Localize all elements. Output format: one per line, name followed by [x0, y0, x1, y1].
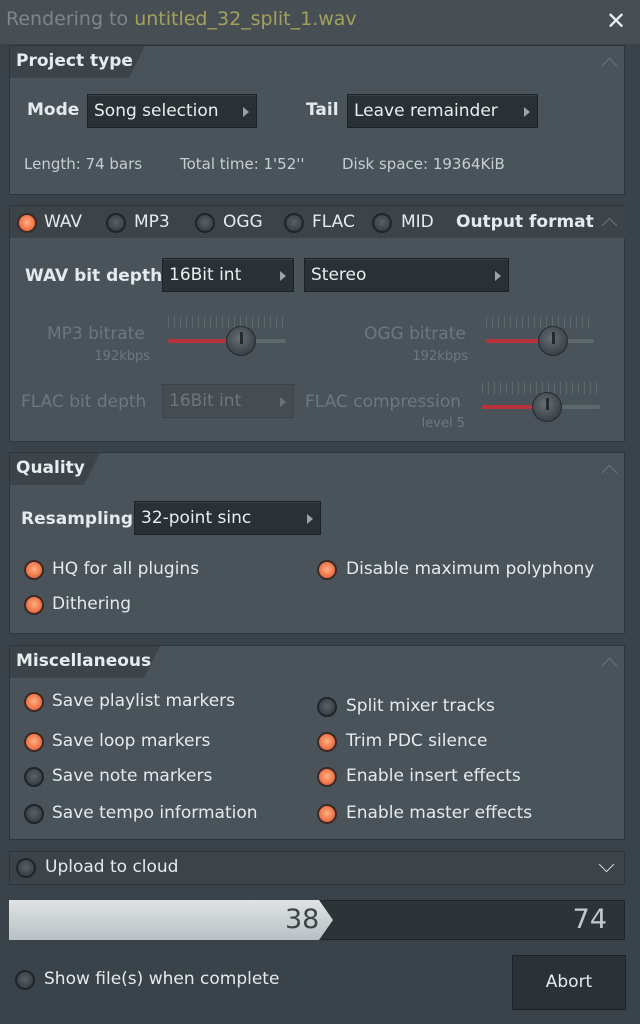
tail-value: Leave remainder	[354, 101, 498, 121]
radio-mp3[interactable]	[106, 213, 126, 233]
upload-panel[interactable]: Upload to cloud	[9, 851, 625, 885]
ogg-bitrate-knob	[537, 326, 568, 356]
flac-bit-depth-label: FLAC bit depth	[21, 392, 147, 412]
enable-insert-effects-label[interactable]: Enable insert effects	[346, 766, 521, 786]
radio-flac-label[interactable]: FLAC	[312, 212, 355, 232]
flac-compression-knob	[531, 392, 562, 422]
progress-current: 38	[285, 904, 320, 935]
disable-polyphony-label[interactable]: Disable maximum polyphony	[346, 559, 594, 579]
channels-dropdown[interactable]: Stereo	[304, 258, 509, 292]
flac-bit-depth-value: 16Bit int	[169, 391, 242, 411]
radio-mid-label[interactable]: MID	[401, 212, 434, 232]
mp3-bitrate-label: MP3 bitrate	[47, 324, 145, 344]
flac-compression-label: FLAC compression	[305, 392, 462, 412]
upload-to-cloud-checkbox[interactable]	[16, 858, 36, 878]
progress-total: 74	[572, 904, 607, 935]
tail-dropdown[interactable]: Leave remainder	[347, 94, 538, 128]
ogg-bitrate-label: OGG bitrate	[364, 324, 466, 344]
split-mixer-tracks-label[interactable]: Split mixer tracks	[346, 696, 495, 716]
enable-insert-effects-checkbox[interactable]	[317, 767, 337, 787]
dithering-label[interactable]: Dithering	[52, 594, 131, 614]
mp3-bitrate-knob	[226, 326, 257, 356]
enable-master-effects-label[interactable]: Enable master effects	[346, 803, 532, 823]
enable-master-effects-checkbox[interactable]	[317, 804, 337, 824]
save-note-markers-checkbox[interactable]	[24, 767, 44, 787]
output-format-header[interactable]: Output format	[456, 212, 594, 232]
trim-pdc-silence-label[interactable]: Trim PDC silence	[346, 731, 488, 751]
length-readout: Length: 74 bars	[24, 155, 143, 173]
save-loop-markers-label[interactable]: Save loop markers	[52, 731, 210, 751]
disable-polyphony-checkbox[interactable]	[317, 560, 337, 580]
mp3-bitrate-value: 192kbps	[94, 349, 150, 364]
quality-panel: Quality Resampling 32-point sinc HQ for …	[9, 452, 625, 634]
flac-compression-value: level 5	[421, 416, 465, 431]
wav-bit-depth-label: WAV bit depth	[25, 266, 163, 286]
caret-right-icon	[495, 271, 501, 281]
ogg-bitrate-ticks	[486, 316, 594, 328]
abort-button[interactable]: Abort	[512, 955, 626, 1010]
close-icon[interactable]: ✕	[604, 9, 628, 33]
upload-to-cloud-label[interactable]: Upload to cloud	[45, 857, 178, 877]
hq-plugins-label[interactable]: HQ for all plugins	[52, 559, 199, 579]
title-bar: Rendering to untitled_32_split_1.wav ✕	[0, 0, 640, 44]
mode-label: Mode	[27, 100, 80, 120]
radio-flac[interactable]	[284, 213, 304, 233]
caret-right-icon	[524, 107, 530, 117]
radio-wav-label[interactable]: WAV	[44, 212, 82, 232]
radio-mp3-label[interactable]: MP3	[134, 212, 170, 232]
save-playlist-markers-checkbox[interactable]	[24, 692, 44, 712]
mp3-bitrate-ticks	[168, 316, 286, 328]
save-note-markers-label[interactable]: Save note markers	[52, 766, 212, 786]
split-mixer-tracks-checkbox[interactable]	[317, 697, 337, 717]
ogg-bitrate-value: 192kbps	[412, 349, 468, 364]
save-playlist-markers-label[interactable]: Save playlist markers	[52, 691, 235, 711]
dithering-checkbox[interactable]	[24, 595, 44, 615]
chevron-up-icon[interactable]	[602, 655, 616, 669]
total-time-readout: Total time: 1'52''	[180, 155, 305, 173]
radio-ogg[interactable]	[195, 213, 215, 233]
flac-bit-depth-dropdown: 16Bit int	[162, 384, 294, 418]
trim-pdc-silence-checkbox[interactable]	[317, 732, 337, 752]
chevron-up-icon[interactable]	[602, 55, 616, 69]
render-progress-bar: 38 74	[9, 900, 625, 940]
mode-dropdown[interactable]: Song selection	[87, 94, 257, 128]
output-format-panel: Output format WAV MP3 OGG FLAC MID WAV b…	[9, 205, 626, 442]
radio-ogg-label[interactable]: OGG	[223, 212, 263, 232]
save-tempo-information-label[interactable]: Save tempo information	[52, 803, 258, 823]
caret-right-icon	[280, 397, 286, 407]
miscellaneous-header[interactable]: Miscellaneous	[10, 646, 160, 678]
wav-bit-depth-value: 16Bit int	[169, 265, 242, 285]
wav-bit-depth-dropdown[interactable]: 16Bit int	[162, 258, 294, 292]
show-files-label[interactable]: Show file(s) when complete	[44, 969, 279, 989]
caret-right-icon	[280, 271, 286, 281]
resampling-value: 32-point sinc	[141, 508, 252, 528]
disk-space-readout: Disk space: 19364KiB	[342, 155, 505, 173]
save-loop-markers-checkbox[interactable]	[24, 732, 44, 752]
title-prefix: Rendering to	[6, 8, 135, 30]
radio-wav[interactable]	[17, 213, 37, 233]
save-tempo-information-checkbox[interactable]	[24, 804, 44, 824]
hq-plugins-checkbox[interactable]	[24, 560, 44, 580]
channels-value: Stereo	[311, 265, 367, 285]
window-title: Rendering to untitled_32_split_1.wav	[6, 8, 357, 30]
resampling-dropdown[interactable]: 32-point sinc	[134, 501, 321, 535]
project-type-panel: Project type Mode Song selection Tail Le…	[9, 45, 625, 195]
radio-mid[interactable]	[372, 213, 392, 233]
project-type-header[interactable]: Project type	[10, 46, 145, 78]
chevron-up-icon[interactable]	[602, 462, 616, 476]
resampling-label: Resampling	[21, 509, 134, 529]
caret-right-icon	[243, 107, 249, 117]
tail-label: Tail	[306, 100, 339, 120]
miscellaneous-panel: Miscellaneous Save playlist markers Save…	[9, 645, 625, 840]
caret-right-icon	[307, 514, 313, 524]
title-filename: untitled_32_split_1.wav	[134, 8, 357, 30]
mode-value: Song selection	[94, 101, 219, 121]
quality-header[interactable]: Quality	[10, 453, 100, 485]
chevron-down-icon[interactable]	[598, 859, 614, 875]
chevron-up-icon[interactable]	[602, 215, 616, 229]
show-files-checkbox[interactable]	[15, 970, 35, 990]
